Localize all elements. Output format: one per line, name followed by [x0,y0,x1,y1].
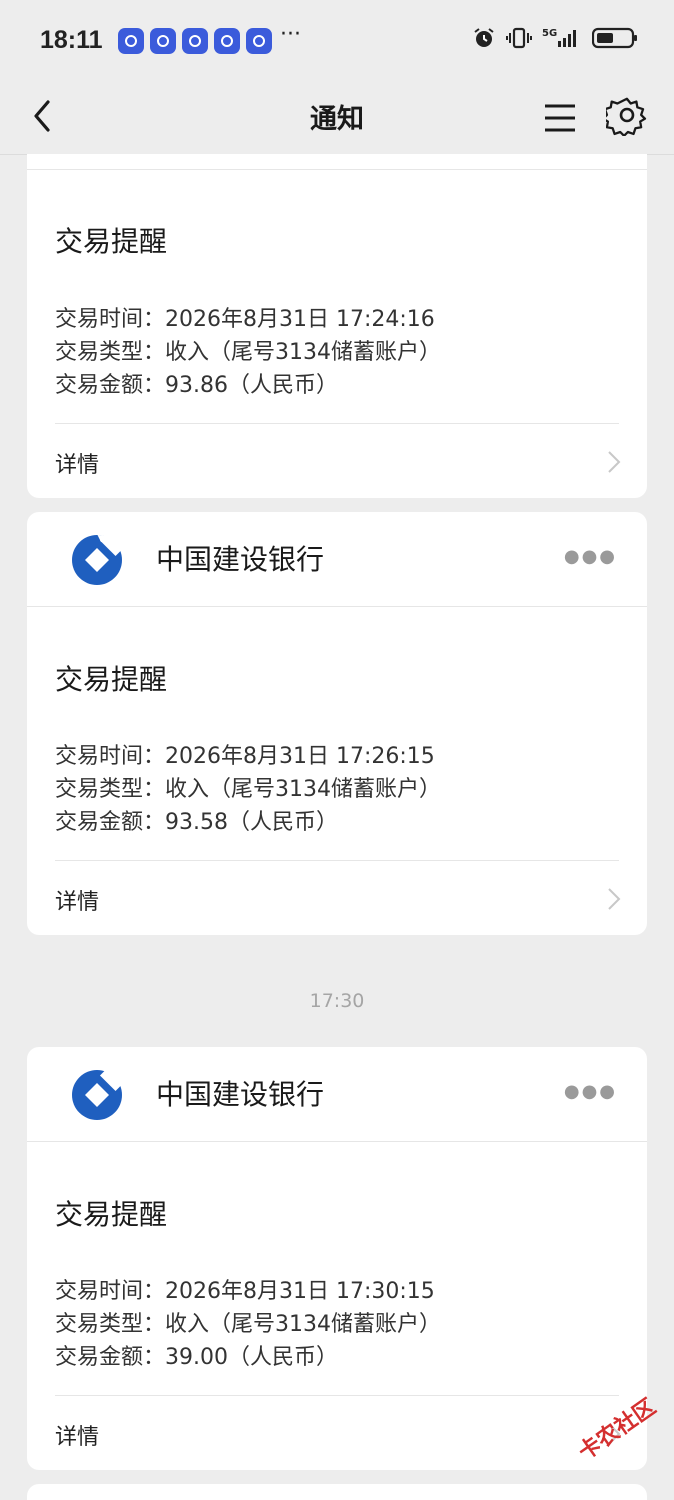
card-header: 中国建设银行 ●●● [27,512,647,607]
bank-name: 中国建设银行 [156,1078,325,1111]
transaction-time: 交易时间：2026年8月31日 17:26:15 [55,744,435,769]
detail-link[interactable]: 详情 [55,884,99,916]
divider [55,1395,619,1396]
transaction-amount: 交易金额：39.00（人民币） [55,1345,338,1370]
app-notification-icon [214,28,240,54]
battery-icon [592,27,637,49]
more-notifications-indicator: ··· [280,22,301,47]
notification-card-partial [27,1484,647,1500]
transaction-type: 交易类型：收入（尾号3134储蓄账户） [55,1312,441,1337]
app-notification-icon [246,28,272,54]
alarm-icon [474,28,494,47]
app-notification-icon [118,28,144,54]
transaction-amount: 交易金额：93.58（人民币） [55,810,338,835]
message-title: 交易提醒 [55,663,168,696]
chevron-right-icon[interactable] [605,450,623,474]
settings-gear-icon[interactable] [606,94,648,136]
status-time: 18:11 [40,26,103,54]
divider [55,860,619,861]
transaction-type: 交易类型：收入（尾号3134储蓄账户） [55,340,441,365]
notification-icons [118,28,272,54]
notification-card: 交易提醒 交易时间：2026年8月31日 17:24:16 交易类型：收入（尾号… [27,154,647,498]
message-title: 交易提醒 [55,225,168,258]
more-options-icon[interactable]: ●●● [564,546,617,567]
detail-link[interactable]: 详情 [55,1419,99,1451]
menu-icon[interactable] [540,98,580,138]
divider [27,169,647,170]
signal-5g-icon: 5G [542,28,576,47]
notification-card: 中国建设银行 ●●● 交易提醒 交易时间：2026年8月31日 17:26:15… [27,512,647,935]
app-notification-icon [150,28,176,54]
transaction-time: 交易时间：2026年8月31日 17:30:15 [55,1279,435,1304]
transaction-type: 交易类型：收入（尾号3134储蓄账户） [55,777,441,802]
status-bar: 18:11 ··· 5G [0,0,674,80]
transaction-time: 交易时间：2026年8月31日 17:24:16 [55,307,435,332]
ccb-logo-icon [72,534,123,585]
transaction-amount: 交易金额：93.86（人民币） [55,373,338,398]
divider [55,423,619,424]
vibrate-icon [506,27,532,49]
more-options-icon[interactable]: ●●● [564,1081,617,1102]
ccb-logo-icon [72,1069,123,1120]
card-header: 中国建设银行 ●●● [27,1047,647,1142]
system-icons: 5G [472,26,638,50]
chevron-right-icon[interactable] [605,887,623,911]
notification-card: 中国建设银行 ●●● 交易提醒 交易时间：2026年8月31日 17:30:15… [27,1047,647,1470]
svg-text:5G: 5G [542,28,557,39]
message-title: 交易提醒 [55,1198,168,1231]
bank-name: 中国建设银行 [156,543,325,576]
detail-link[interactable]: 详情 [55,447,99,479]
navigation-bar: 通知 [0,80,674,155]
app-notification-icon [182,28,208,54]
message-timestamp: 17:30 [309,990,365,1012]
